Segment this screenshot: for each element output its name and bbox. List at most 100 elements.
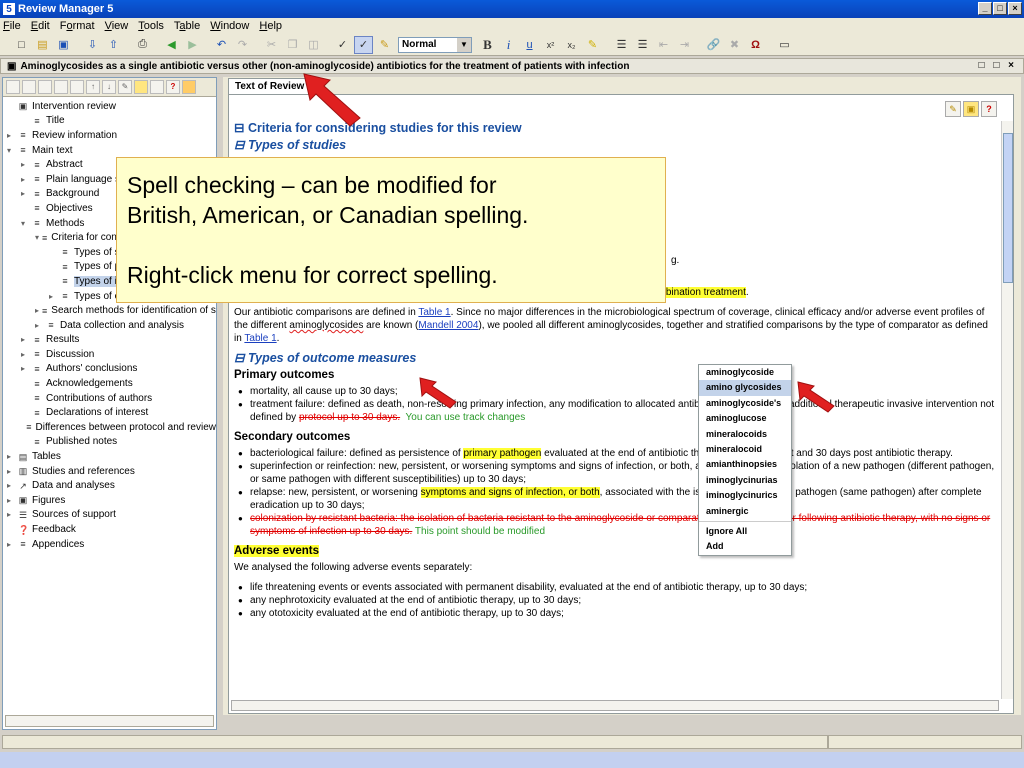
outline-tool-3-icon[interactable] xyxy=(38,80,52,94)
spelling-suggestion-menu-item[interactable]: amino glycosides xyxy=(699,380,791,396)
copy-icon[interactable]: ❐ xyxy=(283,36,302,54)
tree-item[interactable]: ❓ Feedback xyxy=(3,522,216,537)
expand-toggle-icon[interactable]: ▸ xyxy=(21,160,29,169)
misspelled-word[interactable]: aminoglycosides xyxy=(289,320,363,331)
list-item[interactable]: any nephrotoxicity evaluated at the end … xyxy=(234,594,996,607)
maximize-button[interactable]: □ xyxy=(993,2,1007,15)
print-outline-icon[interactable] xyxy=(150,80,164,94)
tree-item[interactable]: ▸ ≡ Search methods for identification of s… xyxy=(3,303,216,318)
spelling-suggestion-menu-item[interactable]: amianthinopsies xyxy=(699,457,791,472)
list-item[interactable]: bacteriological failure: defined as pers… xyxy=(234,447,996,460)
expand-toggle-icon[interactable]: ▾ xyxy=(21,219,29,228)
minimize-button[interactable]: _ xyxy=(978,2,992,15)
table-1-link-2[interactable]: Table 1 xyxy=(244,333,276,344)
mandell-2004-link[interactable]: Mandell 2004 xyxy=(418,320,478,331)
document-window-controls[interactable]: □ □ × xyxy=(979,60,1017,71)
list-item[interactable]: colonization by resistant bacteria: the … xyxy=(234,512,996,538)
fullscreen-icon[interactable]: ▭ xyxy=(775,36,794,54)
paragraph-style-select[interactable]: Normal ▼ xyxy=(398,36,472,53)
tree-item[interactable]: ▸ ▣ Figures xyxy=(3,493,216,508)
spelling-suggestion-menu-item[interactable]: iminoglycinurias xyxy=(699,473,791,488)
spelling-suggestion-menu-item[interactable]: aminoglycoside xyxy=(699,365,791,380)
tree-item[interactable]: ≡ Contributions of authors xyxy=(3,391,216,406)
add-to-dictionary-menu-item[interactable]: Add xyxy=(699,539,791,554)
expand-toggle-icon[interactable]: ▸ xyxy=(21,175,29,184)
menu-view[interactable]: View xyxy=(105,20,129,32)
list-item[interactable]: superinfection or reinfection: new, pers… xyxy=(234,460,996,486)
expand-toggle-icon[interactable]: ▸ xyxy=(7,467,15,476)
edit-pencil-icon[interactable]: ✎ xyxy=(945,101,961,117)
help-icon[interactable]: ? xyxy=(166,80,180,94)
italic-button[interactable]: i xyxy=(499,36,518,54)
spelling-suggestion-menu-item[interactable]: aminoglycoside's xyxy=(699,396,791,411)
spelling-suggestion-menu-item[interactable]: aminoglucose xyxy=(699,411,791,426)
special-character-button[interactable]: Ω xyxy=(746,36,765,54)
undo-icon[interactable]: ↶ xyxy=(212,36,231,54)
tracked-deletion[interactable]: colonization by resistant bacteria: the … xyxy=(250,513,990,537)
spelling-suggestion-menu-item[interactable]: aminergic xyxy=(699,504,791,519)
close-button[interactable]: × xyxy=(1008,2,1022,15)
outline-horizontal-scrollbar[interactable] xyxy=(5,715,214,727)
highlight-icon[interactable]: ✎ xyxy=(583,36,602,54)
editor-horizontal-scrollbar[interactable] xyxy=(231,700,999,711)
section-heading-outcome-measures[interactable]: ⊟ Types of outcome measures xyxy=(234,352,996,365)
spelling-suggestion-menu-item[interactable]: iminoglycinurics xyxy=(699,488,791,503)
expand-toggle-icon[interactable]: ▸ xyxy=(21,335,29,344)
tree-item[interactable]: ▸ ≡ Discussion xyxy=(3,347,216,362)
edit-icon[interactable]: ✎ xyxy=(118,80,132,94)
menu-tools[interactable]: Tools xyxy=(138,20,164,32)
redo-icon[interactable]: ↷ xyxy=(233,36,252,54)
expand-toggle-icon[interactable]: ▸ xyxy=(7,131,15,140)
forward-arrow-icon[interactable]: ▶ xyxy=(183,36,202,54)
table-1-link[interactable]: Table 1 xyxy=(418,307,450,318)
outline-tool-2-icon[interactable] xyxy=(22,80,36,94)
help-icon[interactable]: ? xyxy=(981,101,997,117)
tree-item[interactable]: ▸ ≡ Data collection and analysis xyxy=(3,318,216,333)
menu-table[interactable]: Table xyxy=(174,20,200,32)
list-item[interactable]: any ototoxicity evaluated at the end of … xyxy=(234,607,996,620)
editor-vertical-scrollbar[interactable] xyxy=(1001,121,1013,699)
spelling-suggestion-menu-item[interactable]: mineralocoids xyxy=(699,427,791,442)
menu-file[interactable]: File xyxy=(3,20,21,32)
expand-toggle-icon[interactable]: ▸ xyxy=(7,452,15,461)
bullet-list-icon[interactable]: ☰ xyxy=(633,36,652,54)
tree-item[interactable]: ▣ Intervention review xyxy=(3,99,216,114)
move-up-icon[interactable]: ↑ xyxy=(86,80,100,94)
menu-edit[interactable]: Edit xyxy=(31,20,50,32)
expand-toggle-icon[interactable]: ▾ xyxy=(7,146,15,155)
auto-spell-check-icon[interactable]: ✓ xyxy=(354,35,373,54)
spelling-suggestion-menu-item[interactable]: mineralocoid xyxy=(699,442,791,457)
tree-item[interactable]: ≡ Published notes xyxy=(3,435,216,450)
tree-item[interactable]: ≡ Declarations of interest xyxy=(3,405,216,420)
paste-icon[interactable]: ◫ xyxy=(304,36,323,54)
tree-item[interactable]: ▸ ▥ Studies and references xyxy=(3,464,216,479)
outline-tool-4-icon[interactable] xyxy=(54,80,68,94)
tree-item[interactable]: ▸ ☰ Sources of support xyxy=(3,508,216,523)
link-icon[interactable]: 🔗 xyxy=(704,36,723,54)
subscript-button[interactable]: x₂ xyxy=(562,36,581,54)
tree-item[interactable]: ▸ ▤ Tables xyxy=(3,449,216,464)
adverse-intro[interactable]: We analysed the following adverse events… xyxy=(234,561,996,574)
tree-item[interactable]: ≡ Differences between protocol and review xyxy=(3,420,216,435)
back-arrow-icon[interactable]: ◀ xyxy=(162,36,181,54)
list-item[interactable]: mortality, all cause up to 30 days; xyxy=(234,385,996,398)
section-heading-types-of-studies[interactable]: ⊟ Types of studies xyxy=(234,139,996,152)
expand-toggle-icon[interactable]: ▸ xyxy=(21,350,29,359)
tree-item[interactable]: ▸ ≡ Results xyxy=(3,333,216,348)
tracked-insertion[interactable]: You can use track changes xyxy=(406,412,526,423)
export-icon[interactable]: ⇧ xyxy=(104,36,123,54)
cut-icon[interactable]: ✂ xyxy=(262,36,281,54)
bold-button[interactable]: B xyxy=(478,36,497,54)
print-icon[interactable]: ⎙ xyxy=(133,36,152,54)
expand-toggle-icon[interactable]: ▸ xyxy=(7,540,15,549)
tree-item[interactable]: ≡ Acknowledgements xyxy=(3,376,216,391)
tracked-deletion[interactable]: protocol up to 30 days. xyxy=(299,412,400,423)
ignore-all-menu-item[interactable]: Ignore All xyxy=(699,524,791,539)
comparisons-paragraph[interactable]: Our antibiotic comparisons are defined i… xyxy=(234,306,996,345)
expand-toggle-icon[interactable]: ▸ xyxy=(7,510,15,519)
expand-toggle-icon[interactable]: ▸ xyxy=(21,189,29,198)
expand-toggle-icon[interactable]: ▸ xyxy=(49,292,57,301)
tree-item[interactable]: ▾ ≡ Main text xyxy=(3,143,216,158)
expand-toggle-icon[interactable]: ▸ xyxy=(7,481,15,490)
tracked-insertion[interactable]: This point should be modified xyxy=(415,526,545,537)
